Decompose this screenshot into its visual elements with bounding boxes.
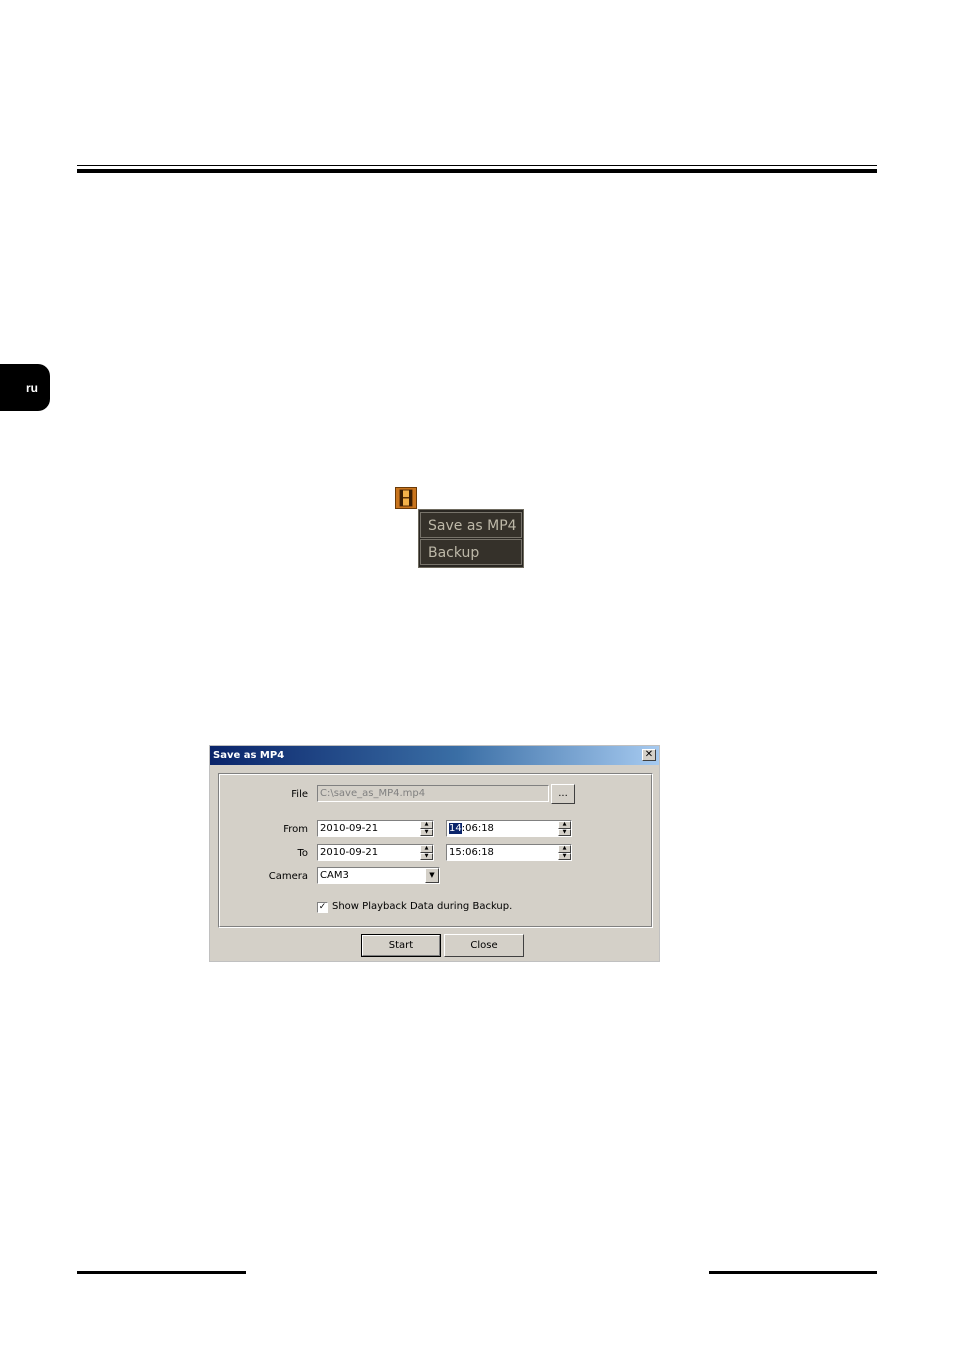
- spin-down-icon[interactable]: ▼: [558, 852, 571, 860]
- header-rule-thin: [77, 165, 877, 166]
- playback-context-menu: Save as MP4 Backup: [418, 509, 524, 568]
- to-time-value: 15:06:18: [449, 847, 494, 858]
- footer-rule-left: [77, 1271, 246, 1274]
- to-date-value: 2010-09-21: [320, 847, 379, 858]
- spin-down-icon[interactable]: ▼: [558, 828, 571, 836]
- from-time-spinner[interactable]: ▲ ▼: [558, 821, 571, 836]
- from-time-hour-selected: 14: [449, 823, 462, 834]
- save-as-mp4-dialog: Save as MP4 ✕ File C:\save_as_MP4.mp4 ..…: [209, 745, 660, 962]
- from-time-input[interactable]: 14:06:18 ▲ ▼: [446, 820, 572, 837]
- from-label: From: [283, 824, 308, 835]
- menu-item-save-as-mp4[interactable]: Save as MP4: [420, 512, 522, 538]
- spin-down-icon[interactable]: ▼: [420, 828, 433, 836]
- language-tab-label: ru: [26, 380, 38, 395]
- spin-up-icon[interactable]: ▲: [558, 821, 571, 829]
- spin-up-icon[interactable]: ▲: [558, 845, 571, 853]
- from-date-input[interactable]: 2010-09-21 ▲ ▼: [317, 820, 434, 837]
- file-label: File: [291, 789, 308, 800]
- start-button-label: Start: [362, 935, 440, 956]
- camera-select[interactable]: CAM3 ▼: [317, 867, 440, 884]
- chevron-down-icon[interactable]: ▼: [425, 868, 439, 883]
- close-icon[interactable]: ✕: [642, 749, 656, 761]
- header-rule-thick: [77, 169, 877, 173]
- to-date-input[interactable]: 2010-09-21 ▲ ▼: [317, 844, 434, 861]
- start-button[interactable]: Start: [361, 934, 441, 957]
- spin-up-icon[interactable]: ▲: [420, 821, 433, 829]
- show-playback-label: Show Playback Data during Backup.: [332, 901, 513, 912]
- to-label: To: [297, 848, 308, 859]
- dialog-titlebar: Save as MP4 ✕: [210, 746, 659, 765]
- language-tab: ru: [0, 364, 50, 411]
- dialog-title: Save as MP4: [213, 750, 285, 761]
- to-time-input[interactable]: 15:06:18 ▲ ▼: [446, 844, 572, 861]
- from-date-spinner[interactable]: ▲ ▼: [420, 821, 433, 836]
- menu-item-backup[interactable]: Backup: [420, 539, 522, 565]
- browse-button[interactable]: ...: [551, 784, 575, 804]
- from-time-rest: :06:18: [461, 823, 494, 834]
- file-path-input: C:\save_as_MP4.mp4: [317, 785, 549, 802]
- show-playback-checkbox[interactable]: ✓: [317, 902, 328, 913]
- close-button[interactable]: Close: [444, 934, 524, 957]
- footer-rule-right: [709, 1271, 877, 1274]
- spin-down-icon[interactable]: ▼: [420, 852, 433, 860]
- film-icon[interactable]: [395, 487, 417, 509]
- camera-select-value: CAM3: [320, 870, 349, 881]
- spin-up-icon[interactable]: ▲: [420, 845, 433, 853]
- camera-label: Camera: [268, 871, 308, 882]
- to-time-spinner[interactable]: ▲ ▼: [558, 845, 571, 860]
- from-date-value: 2010-09-21: [320, 823, 379, 834]
- to-date-spinner[interactable]: ▲ ▼: [420, 845, 433, 860]
